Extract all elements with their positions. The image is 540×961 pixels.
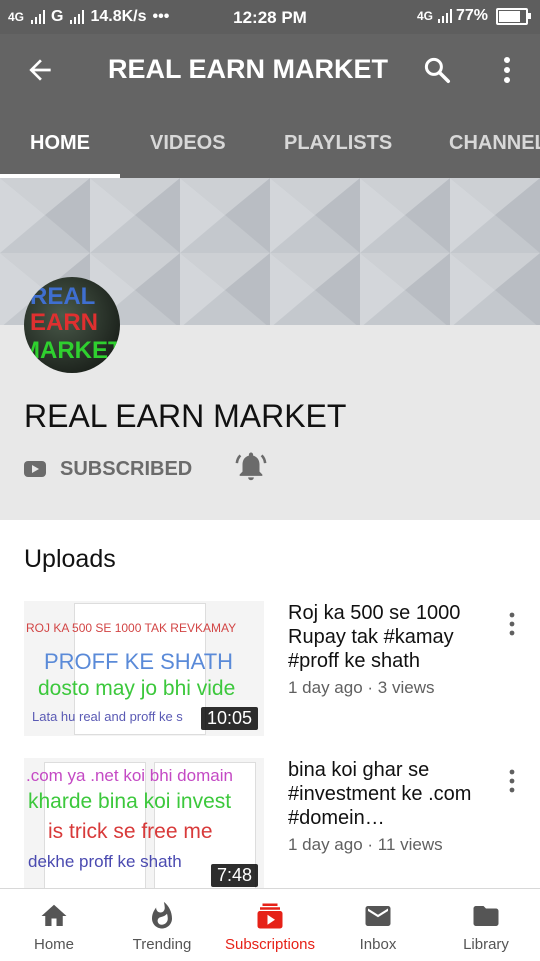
nav-home-label: Home — [33, 936, 74, 953]
clock: 12:28 PM — [233, 8, 307, 27]
nav-trending-label: Trending — [132, 936, 192, 953]
video-title[interactable]: Roj ka 500 se 1000 Rupay tak #kamay #pro… — [288, 601, 478, 673]
back-arrow-icon[interactable] — [24, 54, 56, 86]
channel-name: REAL EARN MARKET — [24, 398, 347, 434]
nav-library-label: Library — [463, 936, 509, 953]
subscribed-label: SUBSCRIBED — [60, 457, 193, 480]
nav-home[interactable]: Home — [0, 889, 108, 961]
thumb-caption-1: ROJ KA 500 SE 1000 TAK REVKAMAY — [26, 621, 237, 635]
tab-home[interactable]: HOME — [30, 132, 90, 155]
video-item[interactable]: ROJ KA 500 SE 1000 TAK REVKAMAY PROFF KE… — [0, 601, 540, 741]
thumb-caption-1: .com ya .net koi bhi domain — [26, 766, 233, 785]
nav-inbox[interactable]: Inbox — [324, 889, 432, 961]
youtube-play-icon — [24, 461, 46, 477]
video-item[interactable]: .com ya .net koi bhi domain kharde bina … — [0, 758, 540, 898]
app-bar: REAL EARN MARKET — [0, 34, 540, 106]
thumb-caption-2: kharde bina koi invest — [28, 790, 232, 813]
video-thumbnail[interactable]: ROJ KA 500 SE 1000 TAK REVKAMAY PROFF KE… — [24, 601, 264, 736]
video-duration: 10:05 — [200, 707, 258, 730]
nav-inbox-label: Inbox — [359, 936, 397, 953]
video-meta: 1 day ago · 3 views — [288, 678, 435, 697]
notification-bell-icon[interactable] — [234, 449, 268, 483]
video-more-options-icon[interactable] — [500, 766, 524, 796]
video-meta: 1 day ago · 11 views — [288, 835, 443, 854]
trending-flame-icon — [152, 901, 172, 929]
avatar-text-line-3: MARKET — [24, 337, 120, 364]
nav-library[interactable]: Library — [432, 889, 540, 961]
subscribed-button[interactable]: SUBSCRIBED — [24, 455, 192, 483]
tab-videos[interactable]: VIDEOS — [150, 132, 226, 155]
section-title-uploads: Uploads — [24, 545, 116, 573]
thumb-caption-4: Lata hu real and proff ke s — [32, 709, 183, 724]
app-bar-title: REAL EARN MARKET — [108, 54, 389, 84]
video-title[interactable]: bina koi ghar se #investment ke .com #do… — [288, 758, 478, 830]
home-icon — [41, 904, 67, 926]
battery-percent: 77% — [455, 7, 488, 24]
avatar-text-line-2: EARN — [30, 309, 99, 336]
nav-subscriptions-label: Subscriptions — [224, 936, 316, 953]
thumb-caption-2: PROFF KE SHATH — [44, 649, 234, 674]
video-thumbnail[interactable]: .com ya .net koi bhi domain kharde bina … — [24, 758, 264, 893]
video-duration: 7:48 — [210, 864, 258, 887]
video-more-options-icon[interactable] — [500, 609, 524, 639]
inbox-mail-icon — [365, 906, 391, 926]
tab-channels[interactable]: CHANNELS — [449, 132, 540, 155]
bottom-navigation: Home Trending Subscriptions Inbox Librar… — [0, 888, 540, 961]
battery-icon — [496, 7, 531, 25]
library-folder-icon — [473, 906, 499, 926]
more-options-icon[interactable] — [494, 54, 520, 86]
thumb-caption-3: is trick se free me — [48, 820, 213, 843]
tab-playlists[interactable]: PLAYLISTS — [284, 132, 392, 155]
signal-icon-3 — [437, 9, 452, 23]
nav-subscriptions[interactable]: Subscriptions — [216, 889, 324, 961]
avatar-text-line-1: REAL — [30, 283, 96, 310]
subscriptions-icon — [257, 903, 283, 929]
nav-trending[interactable]: Trending — [108, 889, 216, 961]
search-icon[interactable] — [422, 55, 452, 85]
network-type-3: 4G — [416, 9, 433, 23]
channel-avatar: REAL EARN MARKET — [24, 277, 120, 373]
thumb-caption-4: dekhe proff ke shath — [28, 852, 182, 871]
thumb-caption-3: dosto may jo bhi vide — [38, 677, 236, 700]
channel-tabs: HOME VIDEOS PLAYLISTS CHANNELS — [0, 106, 540, 178]
status-bar: 4G G 14.8K/s ••• 12:28 PM 4G 77% — [0, 0, 540, 34]
